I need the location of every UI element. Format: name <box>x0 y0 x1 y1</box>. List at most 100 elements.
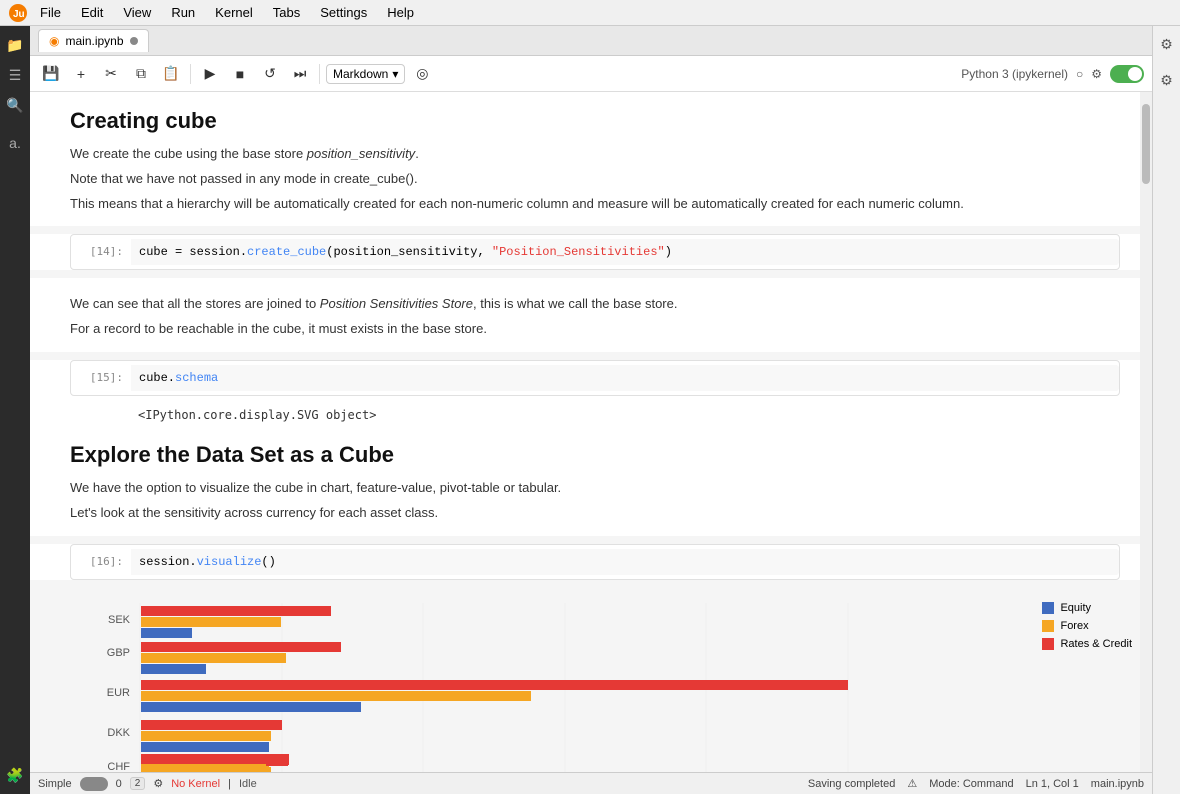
output-para-2: For a record to be reachable in the cube… <box>70 319 1120 340</box>
para-1-1: We create the cube using the base store … <box>70 144 1120 165</box>
tab-icon: ◉ <box>49 34 59 48</box>
code-content-16[interactable]: session.visualize() <box>131 549 1119 575</box>
cell-container-code-1: [14]: cube = session.create_cube(positio… <box>30 234 1140 270</box>
status-bar: Simple 0 2 ⚙ No Kernel | Idle Saving com… <box>30 772 1152 794</box>
code-content-15[interactable]: cube.schema <box>131 365 1119 391</box>
code-text-14-args: (position_sensitivity, <box>326 245 492 259</box>
cell-container-markdown-2: Explore the Data Set as a Cube We have t… <box>30 426 1140 536</box>
legend-forex-color <box>1042 620 1054 632</box>
code-text-14-close: ) <box>665 245 672 259</box>
chart-svg-area: SEK GBP EUR DKK CHF 0 1 2 3 <box>90 598 1022 772</box>
ln-col: Ln 1, Col 1 <box>1026 778 1079 790</box>
bar-chart: SEK GBP EUR DKK CHF 0 1 2 3 <box>90 598 870 772</box>
cut-button[interactable]: ✂ <box>98 61 124 87</box>
code-text-14-prefix: cube = session. <box>139 245 247 259</box>
output-text-1: We can see that all the stores are joine… <box>70 278 1120 352</box>
legend-equity: Equity <box>1042 602 1132 614</box>
legend-equity-label: Equity <box>1060 602 1091 614</box>
scrollbar-thumb[interactable] <box>1142 104 1150 184</box>
menu-kernel[interactable]: Kernel <box>207 3 261 22</box>
legend-rates-color <box>1042 638 1054 650</box>
notebook-content[interactable]: Creating cube We create the cube using t… <box>30 92 1152 772</box>
copy-button[interactable]: ⧉ <box>128 61 154 87</box>
menu-bar: Ju File Edit View Run Kernel Tabs Settin… <box>0 0 1180 26</box>
code-cell-15[interactable]: [15]: cube.schema <box>70 360 1120 396</box>
status-right: Saving completed ⚠ Mode: Command Ln 1, C… <box>808 777 1144 790</box>
kernel-status-circle: ○ <box>1076 67 1083 81</box>
para-2-2: Let's look at the sensitivity across cur… <box>70 503 1120 524</box>
sidebar-menu-icon[interactable]: ☰ <box>4 64 26 86</box>
scrollbar-track[interactable] <box>1140 92 1152 772</box>
menu-file[interactable]: File <box>32 3 69 22</box>
simple-mode-toggle[interactable] <box>1110 65 1144 83</box>
code-cell-16[interactable]: [16]: session.visualize() <box>70 544 1120 580</box>
sidebar-puzzle-icon[interactable]: 🧩 <box>4 764 26 786</box>
notebook-area: ◉ main.ipynb 💾 + ✂ ⧉ 📋 ▶ ■ ↺ ⏭ Markdown … <box>30 26 1152 794</box>
cell-container-output-1: We can see that all the stores are joine… <box>30 278 1140 352</box>
right-sidebar: ⚙ ⚙ <box>1152 26 1180 794</box>
toolbar-separator-2 <box>319 64 320 84</box>
save-button[interactable]: 💾 <box>38 61 64 87</box>
sidebar-user-icon[interactable]: a. <box>4 132 26 154</box>
cell-type-dropdown[interactable]: Markdown ▾ <box>326 64 405 84</box>
restart-button[interactable]: ↺ <box>257 61 283 87</box>
code-cell-14[interactable]: [14]: cube = session.create_cube(positio… <box>70 234 1120 270</box>
legend-rates: Rates & Credit <box>1042 638 1132 650</box>
heading-creating-cube: Creating cube <box>70 108 1120 134</box>
status-number-1: 0 <box>116 778 122 790</box>
sidebar-search-icon[interactable]: 🔍 <box>4 94 26 116</box>
kernel-status: No Kernel <box>171 778 220 790</box>
menu-settings[interactable]: Settings <box>312 3 375 22</box>
add-cell-button[interactable]: + <box>68 61 94 87</box>
app-logo: Ju <box>8 3 28 23</box>
settings-status-icon[interactable]: ⚙ <box>153 777 163 790</box>
menu-tabs[interactable]: Tabs <box>265 3 308 22</box>
heading-explore: Explore the Data Set as a Cube <box>70 442 1120 468</box>
svg-text:GBP: GBP <box>107 647 130 659</box>
markdown-cell-2: Explore the Data Set as a Cube We have t… <box>70 426 1120 536</box>
idle-status: Idle <box>239 778 257 790</box>
right-gear-icon[interactable]: ⚙ <box>1157 70 1177 90</box>
cell-number-15: [15]: <box>71 365 131 384</box>
cell-type-label: Markdown <box>333 67 388 81</box>
mode-label: Simple <box>38 778 72 790</box>
stop-button[interactable]: ■ <box>227 61 253 87</box>
sidebar-folder-icon[interactable]: 📁 <box>4 34 26 56</box>
toggle-knob <box>1128 67 1142 81</box>
code-content-14[interactable]: cube = session.create_cube(position_sens… <box>131 239 1119 265</box>
saving-status: Saving completed <box>808 778 895 790</box>
kernel-badge: 2 <box>130 777 146 790</box>
run-button[interactable]: ▶ <box>197 61 223 87</box>
toolbar-separator-1 <box>190 64 191 84</box>
simple-toggle[interactable] <box>80 777 108 791</box>
legend-forex-label: Forex <box>1060 620 1088 632</box>
markdown-cell-1: Creating cube We create the cube using t… <box>70 92 1120 226</box>
code-text-16-method: visualize <box>197 555 262 569</box>
legend-forex: Forex <box>1042 620 1132 632</box>
menu-help[interactable]: Help <box>379 3 422 22</box>
settings-icon[interactable]: ⚙ <box>1091 67 1102 81</box>
notebook-tab[interactable]: ◉ main.ipynb <box>38 29 149 52</box>
cell-number-14: [14]: <box>71 239 131 258</box>
paste-button[interactable]: 📋 <box>158 61 184 87</box>
chart-area: SEK GBP EUR DKK CHF 0 1 2 3 <box>30 588 1152 772</box>
menu-view[interactable]: View <box>115 3 159 22</box>
menu-run[interactable]: Run <box>163 3 203 22</box>
output-para-1: We can see that all the stores are joine… <box>70 294 1120 315</box>
left-sidebar: 📁 ☰ 🔍 a. 🧩 <box>0 26 30 794</box>
toolbar-right: Python 3 (ipykernel) ○ ⚙ <box>961 65 1144 83</box>
kernel-name: Python 3 (ipykernel) <box>961 67 1068 81</box>
code-text-15-prop: schema <box>175 371 218 385</box>
right-settings-icon[interactable]: ⚙ <box>1157 34 1177 54</box>
legend-equity-color <box>1042 602 1054 614</box>
svg-text:EUR: EUR <box>107 687 130 699</box>
svg-text:Ju: Ju <box>13 9 25 20</box>
kernel-sep: | <box>228 778 231 790</box>
warn-icon: ⚠ <box>907 777 917 790</box>
code-text-14-string: "Position_Sensitivities" <box>492 245 665 259</box>
menu-edit[interactable]: Edit <box>73 3 111 22</box>
kernel-spinner[interactable]: ◎ <box>409 61 435 87</box>
cell-number-16: [16]: <box>71 549 131 568</box>
fast-forward-button[interactable]: ⏭ <box>287 61 313 87</box>
code-text-16-parens: () <box>261 555 275 569</box>
